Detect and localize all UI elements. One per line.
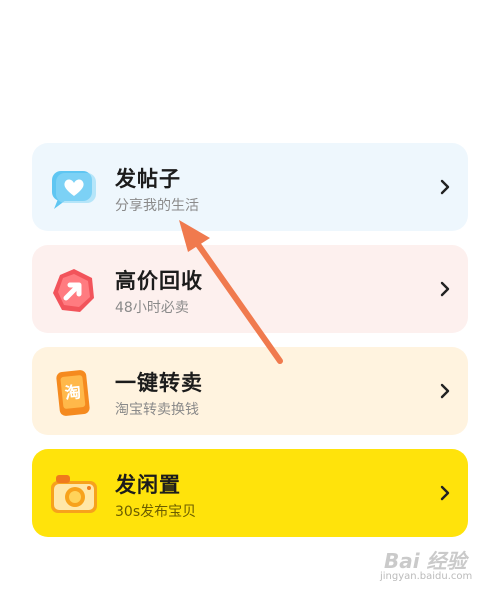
watermark-logo: Bai 经验	[384, 549, 467, 573]
card-subtitle: 分享我的生活	[115, 198, 199, 214]
card-subtitle: 30s发布宝贝	[115, 504, 197, 520]
recycle-arrow-icon	[53, 269, 94, 312]
card-title: 发帖子	[115, 167, 181, 191]
card-title: 一键转卖	[115, 371, 203, 395]
card-subtitle: 48小时必卖	[115, 300, 189, 316]
card-title: 高价回收	[115, 269, 203, 293]
chevron-right-icon	[440, 281, 450, 297]
idle-post-option-card[interactable]: 发闲置 30s发布宝贝	[32, 449, 468, 537]
taobao-glyph: 淘	[64, 382, 82, 403]
card-title: 发闲置	[115, 473, 181, 497]
chat-heart-icon	[52, 171, 96, 209]
chevron-right-icon	[440, 383, 450, 399]
resell-option-card[interactable]: 淘 一键转卖 淘宝转卖换钱	[32, 347, 468, 435]
chevron-right-icon	[440, 179, 450, 195]
recycle-option-card[interactable]: 高价回收 48小时必卖	[32, 245, 468, 333]
taobao-phone-icon: 淘	[56, 370, 90, 416]
post-option-card[interactable]: 发帖子 分享我的生活	[32, 143, 468, 231]
watermark-url: jingyan.baidu.com	[380, 571, 473, 582]
card-subtitle: 淘宝转卖换钱	[115, 402, 199, 418]
chevron-right-icon	[440, 485, 450, 501]
camera-icon	[51, 475, 97, 513]
